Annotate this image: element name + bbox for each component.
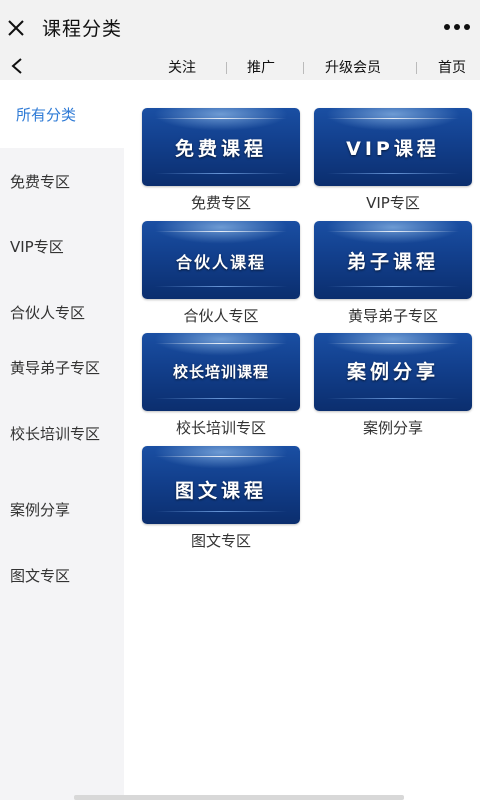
nav-link-follow[interactable]: 关注: [168, 57, 196, 77]
banner-text: 免费课程: [174, 138, 267, 160]
sidebar-item-vip[interactable]: VIP专区: [10, 237, 114, 257]
sidebar-item-case-sharing[interactable]: 案例分享: [10, 500, 114, 520]
category-label: 合伙人专区: [183, 307, 259, 325]
category-card-free[interactable]: 免费课程 免费专区: [142, 108, 300, 212]
back-arrow-icon[interactable]: [8, 56, 26, 76]
title-bar: 课程分类: [0, 0, 480, 56]
sidebar-item-free[interactable]: 免费专区: [10, 172, 114, 192]
sub-nav: 关注 推广 升级会员 首页: [0, 56, 480, 80]
category-banner[interactable]: 图文课程: [142, 446, 300, 524]
category-label: VIP专区: [366, 194, 420, 212]
divider: [226, 62, 227, 74]
nav-link-promote[interactable]: 推广: [247, 57, 275, 77]
category-card-principal-training[interactable]: 校长培训课程 校长培训专区: [142, 333, 300, 437]
sidebar-item-principal-training[interactable]: 校长培训专区: [10, 424, 114, 444]
banner-text: 校长培训课程: [172, 363, 269, 381]
divider: [416, 62, 417, 74]
category-label: 案例分享: [362, 419, 423, 437]
page-title: 课程分类: [42, 18, 123, 40]
category-label: 图文专区: [190, 532, 251, 550]
banner-text: 图文课程: [174, 480, 267, 502]
sidebar-item-graphic[interactable]: 图文专区: [10, 566, 114, 586]
nav-link-home[interactable]: 首页: [438, 57, 466, 77]
category-banner[interactable]: 弟子课程: [314, 221, 472, 299]
banner-text: 案例分享: [346, 361, 439, 383]
category-card-vip[interactable]: VIP课程 VIP专区: [314, 108, 472, 212]
close-icon[interactable]: [6, 18, 26, 38]
nav-link-upgrade-member[interactable]: 升级会员: [325, 57, 381, 77]
category-card-disciple[interactable]: 弟子课程 黄导弟子专区: [314, 221, 472, 325]
more-dots-icon[interactable]: [444, 24, 470, 32]
category-card-case-sharing[interactable]: 案例分享 案例分享: [314, 333, 472, 437]
sidebar-item-all[interactable]: 所有分类: [16, 105, 120, 125]
category-label: 校长培训专区: [175, 419, 266, 437]
category-sidebar: 所有分类 免费专区 VIP专区 合伙人专区 黄导弟子专区 校长培训专区 案例分享…: [0, 80, 124, 800]
category-label: 黄导弟子专区: [347, 307, 438, 325]
category-banner[interactable]: 校长培训课程: [142, 333, 300, 411]
sidebar-item-disciple[interactable]: 黄导弟子专区: [10, 358, 114, 378]
banner-text: 合伙人课程: [175, 253, 266, 272]
banner-text: VIP课程: [346, 138, 440, 160]
sidebar-item-partner[interactable]: 合伙人专区: [10, 303, 114, 323]
divider: [303, 62, 304, 74]
category-card-graphic[interactable]: 图文课程 图文专区: [142, 446, 300, 550]
category-banner[interactable]: 免费课程: [142, 108, 300, 186]
category-banner[interactable]: 案例分享: [314, 333, 472, 411]
scroll-indicator: [74, 795, 404, 800]
banner-text: 弟子课程: [346, 251, 439, 273]
category-label: 免费专区: [190, 194, 251, 212]
category-banner[interactable]: VIP课程: [314, 108, 472, 186]
category-card-partner[interactable]: 合伙人课程 合伙人专区: [142, 221, 300, 325]
category-banner[interactable]: 合伙人课程: [142, 221, 300, 299]
